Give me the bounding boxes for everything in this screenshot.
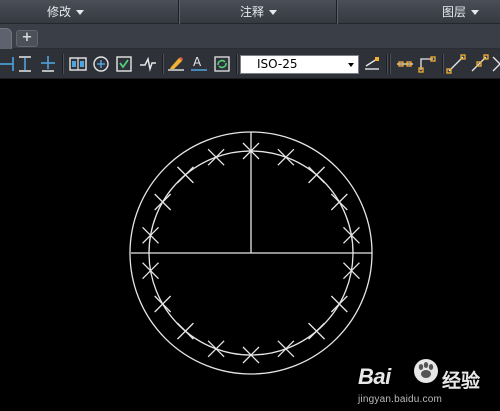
constraint-perpendicular-icon[interactable] <box>469 54 489 74</box>
watermark-brand-suffix: 经验 <box>442 370 481 392</box>
dimension-toolbar: A ISO-25 <box>0 49 500 79</box>
point-marker <box>154 295 172 313</box>
dimension-style-value: ISO-25 <box>257 57 298 71</box>
document-tab-strip: + <box>0 24 500 49</box>
dim-ordinate-icon[interactable] <box>38 54 58 74</box>
menu-divider <box>336 0 337 24</box>
panel-annotate[interactable]: 注释 <box>240 0 278 24</box>
panel-modify-label: 修改 <box>47 5 72 19</box>
panel-annotate-label: 注释 <box>240 5 265 19</box>
toolbar-divider <box>236 54 237 74</box>
dim-jogged-icon[interactable] <box>138 54 158 74</box>
chevron-down-icon <box>269 10 278 15</box>
point-marker <box>176 322 194 340</box>
new-tab-button[interactable]: + <box>16 30 38 47</box>
paw-logo-icon <box>414 359 438 383</box>
dim-linear-icon[interactable] <box>0 54 16 74</box>
panel-modify[interactable]: 修改 <box>47 0 85 24</box>
point-marker <box>342 226 360 244</box>
chevron-down-icon <box>348 63 354 67</box>
menu-divider <box>178 0 179 24</box>
ribbon-panel-bar: 修改 注释 图层 <box>0 0 500 24</box>
toolbar-divider <box>386 54 387 74</box>
constraint-more-icon[interactable] <box>490 54 500 74</box>
point-marker <box>342 262 360 280</box>
point-marker <box>277 340 295 358</box>
baidu-jingyan-watermark: Bai 经验 jingyan.baidu.com <box>358 356 498 408</box>
chevron-down-icon <box>76 10 85 15</box>
panel-layers-label: 图层 <box>442 5 467 19</box>
dimension-style-dropdown[interactable]: ISO-25 <box>240 55 359 74</box>
panel-layers[interactable]: 图层 <box>442 0 480 24</box>
document-tab[interactable] <box>0 28 12 49</box>
constraint-fix-icon[interactable] <box>418 54 438 74</box>
dim-table-icon[interactable] <box>68 54 88 74</box>
watermark-url: jingyan.baidu.com <box>358 394 443 405</box>
toolbar-divider <box>442 54 443 74</box>
dim-edit-icon[interactable] <box>166 54 186 74</box>
watermark-brand: Bai <box>358 364 391 389</box>
point-marker <box>154 193 172 211</box>
constraint-coincident-icon[interactable] <box>395 54 415 74</box>
point-marker <box>176 166 194 184</box>
point-marker <box>277 148 295 166</box>
point-marker <box>308 322 326 340</box>
dim-vertical-icon[interactable] <box>15 54 35 74</box>
toolbar-divider <box>162 54 163 74</box>
point-marker <box>207 148 225 166</box>
constraint-parallel-icon[interactable] <box>446 54 466 74</box>
point-marker <box>330 193 348 211</box>
dim-update-icon[interactable] <box>212 54 232 74</box>
point-marker <box>308 166 326 184</box>
dim-center-mark-icon[interactable] <box>91 54 111 74</box>
dim-style-override-icon[interactable] <box>362 54 382 74</box>
toolbar-divider <box>389 54 390 74</box>
svg-text:A: A <box>193 55 202 69</box>
point-marker <box>207 340 225 358</box>
point-marker <box>142 226 160 244</box>
dim-text-edit-icon[interactable]: A <box>189 54 209 74</box>
toolbar-divider <box>62 54 63 74</box>
point-marker <box>330 295 348 313</box>
dim-inspect-icon[interactable] <box>114 54 134 74</box>
chevron-down-icon <box>471 10 480 15</box>
point-marker <box>142 262 160 280</box>
